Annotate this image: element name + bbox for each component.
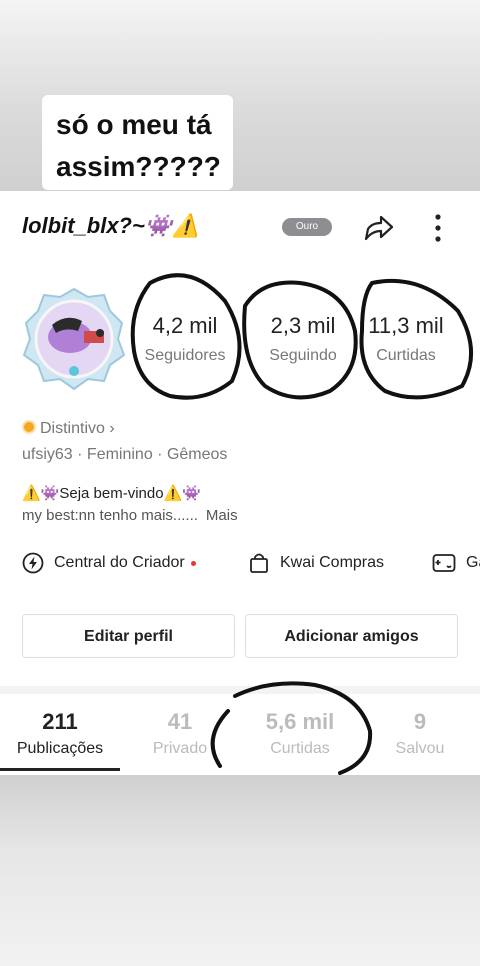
tier-badge[interactable]: Ouro (282, 218, 332, 236)
tab-count: 211 (42, 709, 78, 734)
stat-curtidas[interactable]: 11,3 mil Curtidas (360, 313, 452, 365)
tab-count: 41 (167, 709, 193, 734)
tab-label: Curtidas (270, 740, 330, 757)
add-friends-label: Adicionar amigos (284, 628, 419, 645)
profile-meta: ufsiy63 · Feminino · Gêmeos (22, 446, 228, 463)
caption-line-2: assim????? (56, 151, 221, 182)
tab-salvou[interactable]: 9 Salvou (360, 709, 480, 758)
stat-seguindo[interactable]: 2,3 mil Seguindo (255, 313, 351, 365)
blurred-background-bottom (0, 775, 480, 966)
stat-value: 2,3 mil (270, 313, 336, 338)
distintivo-link[interactable]: Distintivo › (22, 420, 115, 438)
more-options-icon[interactable] (428, 211, 448, 245)
lightning-icon (22, 552, 44, 574)
quick-link-kwai-compras[interactable]: Kwai Compras (248, 551, 384, 575)
avatar[interactable] (22, 287, 126, 391)
quick-link-label: Ga (466, 554, 480, 571)
tab-label: Publicações (16, 740, 104, 757)
gamepad-icon (432, 554, 456, 572)
share-icon[interactable] (362, 211, 396, 245)
tab-label: Salvou (395, 740, 445, 757)
stat-label: Seguidores (144, 347, 226, 364)
tab-count: 5,6 mil (265, 709, 335, 734)
stat-value: 4,2 mil (152, 313, 218, 338)
tab-label: Privado (152, 740, 208, 757)
distintivo-label: Distintivo › (40, 420, 115, 437)
add-friends-button[interactable]: Adicionar amigos (245, 614, 458, 658)
tab-count: 9 (413, 709, 427, 734)
tab-curtidas[interactable]: 5,6 mil Curtidas (240, 709, 360, 758)
bio-line-2: my best:nn tenho mais...... Mais (22, 507, 238, 524)
shopping-bag-icon (250, 553, 268, 573)
caption-line-1: só o meu tá (56, 109, 212, 140)
edit-profile-label: Editar perfil (84, 628, 173, 645)
bio-more-link[interactable]: Mais (206, 507, 238, 524)
edit-profile-button[interactable]: Editar perfil (22, 614, 235, 658)
tab-publicacoes[interactable]: 211 Publicações (0, 709, 120, 758)
stat-label: Seguindo (269, 347, 337, 364)
stat-label: Curtidas (376, 347, 436, 364)
bio-text: my best:nn tenho mais...... (22, 507, 198, 524)
tab-privado[interactable]: 41 Privado (120, 709, 240, 758)
active-tab-indicator (0, 768, 120, 771)
notification-dot (190, 560, 196, 566)
quick-link-games[interactable]: Ga (432, 551, 480, 575)
section-divider (0, 686, 480, 694)
stat-value: 11,3 mil (368, 313, 444, 338)
profile-card: lolbit_blx?~👾⚠️ Ouro 4,2 mil Seguidores … (0, 191, 480, 775)
video-caption: só o meu tá assim????? (42, 95, 233, 190)
bio-line-1: ⚠️👾Seja bem-vindo⚠️👾 (22, 485, 201, 502)
profile-username: lolbit_blx?~👾⚠️ (22, 213, 200, 238)
quick-link-creator-center[interactable]: Central do Criador (22, 551, 196, 575)
quick-link-label: Central do Criador (54, 554, 185, 571)
tier-badge-label: Ouro (295, 221, 319, 232)
stat-seguidores[interactable]: 4,2 mil Seguidores (133, 313, 237, 365)
quick-link-label: Kwai Compras (280, 554, 385, 571)
badge-dot-icon (22, 420, 36, 434)
